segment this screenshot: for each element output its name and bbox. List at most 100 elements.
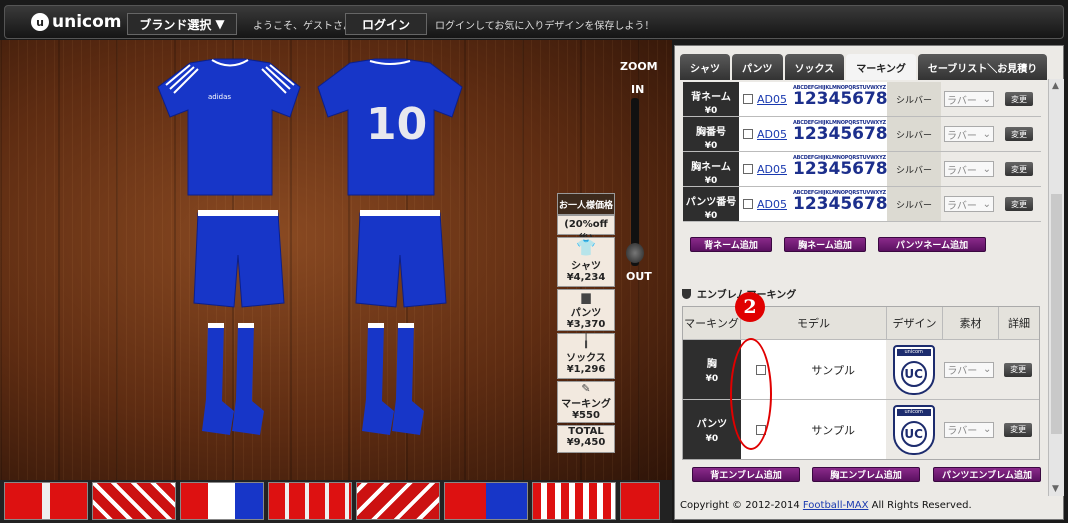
material-select[interactable]: ラバー ⌄ — [944, 126, 994, 142]
material-select[interactable]: ラバー ⌄ — [944, 421, 995, 438]
logo[interactable]: u unicom — [31, 12, 122, 32]
chevron-down-icon: ⌄ — [982, 93, 991, 105]
font-sample[interactable]: ABCDEFGHIJKLMNOPQRSTUVWXYZ 1234567890 — [791, 187, 911, 221]
change-button[interactable]: 変更 — [1004, 362, 1033, 377]
font-code-link[interactable]: AD05 — [757, 152, 791, 186]
price-shorts: ▆ パンツ ¥3,370 — [557, 289, 615, 331]
add-back-name-button[interactable]: 背ネーム追加 — [690, 237, 772, 252]
shirt-icon: 👕 — [576, 238, 596, 257]
emblem-design[interactable]: unicom UC — [892, 404, 935, 455]
thumbnail[interactable] — [4, 482, 88, 520]
marking-row-chest-name: 胸ネーム ¥0 AD05 ABCDEFGHIJKLMNOPQRSTUVWXYZ 12… — [683, 152, 1041, 187]
shorts-front — [193, 210, 285, 308]
color-value: シルバー — [887, 152, 941, 186]
marking-checkbox[interactable] — [743, 94, 753, 104]
marking-row-chest-number: 胸番号 ¥0 AD05 ABCDEFGHIJKLMNOPQRSTUVWXYZ 123… — [683, 117, 1041, 152]
zoom-in-label: IN — [631, 83, 645, 96]
price-marking: ✎ マーキング ¥550 — [557, 381, 615, 423]
font-code-link[interactable]: AD05 — [757, 117, 791, 151]
scroll-up-icon[interactable]: ▲ — [1052, 81, 1059, 91]
thumbnail[interactable] — [620, 482, 660, 520]
marking-table: 背ネーム ¥0 AD05 ABCDEFGHIJKLMNOPQRSTUVWXYZ 12… — [683, 82, 1041, 222]
jersey-number: 10 — [366, 99, 427, 150]
chevron-down-icon: ⌄ — [982, 128, 991, 140]
add-back-emblem-button[interactable]: 背エンブレム追加 — [692, 467, 800, 482]
chevron-down-icon: ⌄ — [982, 198, 991, 210]
login-button[interactable]: ログイン — [345, 13, 427, 35]
thumbnail[interactable] — [180, 482, 264, 520]
thumbnail[interactable] — [532, 482, 616, 520]
marking-checkbox[interactable] — [743, 199, 753, 209]
thumbnail[interactable] — [268, 482, 352, 520]
svg-text:adidas: adidas — [208, 93, 231, 101]
design-thumbnails — [0, 480, 672, 523]
login-message: ログインしてお気に入りデザインを保存しよう！ — [435, 21, 655, 32]
price-shirt: 👕 シャツ ¥4,234 — [557, 237, 615, 287]
material-select[interactable]: ラバー ⌄ — [944, 361, 995, 378]
socks-back — [362, 323, 424, 435]
chevron-down-icon: ⌄ — [983, 424, 992, 435]
tab-marking[interactable]: マーキング — [846, 54, 916, 80]
zoom-out-label: OUT — [626, 270, 652, 283]
kit-preview: adidas 10 — [157, 58, 463, 435]
font-sample[interactable]: ABCDEFGHIJKLMNOPQRSTUVWXYZ 1234567890 — [791, 117, 911, 151]
change-button[interactable]: 変更 — [1005, 127, 1033, 141]
brand-select-button[interactable]: ブランド選択 ▼ — [127, 13, 237, 35]
shirt-front: adidas — [157, 58, 301, 196]
thumbnail[interactable] — [356, 482, 440, 520]
shirt-back: 10 — [317, 58, 463, 196]
font-sample[interactable]: ABCDEFGHIJKLMNOPQRSTUVWXYZ 1234567890 — [791, 82, 911, 116]
top-bar: u unicom ブランド選択 ▼ ようこそ、ゲストさん ログイン ログインしてお気… — [4, 5, 1064, 39]
tab-socks[interactable]: ソックス — [784, 54, 845, 80]
price-discount: (20%off後) — [557, 215, 615, 245]
scroll-down-icon[interactable]: ▼ — [1052, 484, 1059, 494]
shorts-icon: ▆ — [581, 290, 591, 304]
add-pants-name-button[interactable]: パンツネーム追加 — [878, 237, 986, 252]
emblem-design[interactable]: unicom UC — [892, 344, 935, 395]
marking-row-back-name: 背ネーム ¥0 AD05 ABCDEFGHIJKLMNOPQRSTUVWXYZ 12… — [683, 82, 1041, 117]
change-button[interactable]: 変更 — [1005, 162, 1033, 176]
price-total: TOTAL ¥9,450 — [557, 425, 615, 453]
material-select[interactable]: ラバー ⌄ — [944, 161, 994, 177]
add-pants-emblem-button[interactable]: パンツエンブレム追加 — [933, 467, 1041, 482]
change-button[interactable]: 変更 — [1005, 197, 1033, 211]
chevron-down-icon: ⌄ — [982, 163, 991, 175]
triangle-down-icon: ▼ — [215, 17, 225, 31]
marking-checkbox[interactable] — [743, 164, 753, 174]
color-value: シルバー — [887, 82, 941, 116]
change-button[interactable]: 変更 — [1005, 92, 1033, 106]
font-sample[interactable]: ABCDEFGHIJKLMNOPQRSTUVWXYZ 1234567890 — [791, 152, 911, 186]
logo-icon: u — [31, 13, 49, 31]
tab-save-list[interactable]: セーブリスト＼お見積り — [917, 54, 1048, 80]
add-chest-emblem-button[interactable]: 胸エンブレム追加 — [812, 467, 920, 482]
font-code-link[interactable]: AD05 — [757, 187, 791, 221]
shield-icon — [682, 288, 691, 299]
zoom-label: ZOOM — [620, 60, 658, 73]
tab-bar: シャツ パンツ ソックス マーキング セーブリスト＼お見積り — [675, 54, 1065, 80]
color-value: シルバー — [887, 117, 941, 151]
font-code-link[interactable]: AD05 — [757, 82, 791, 116]
zoom-slider-track[interactable] — [631, 98, 639, 266]
price-header: お一人様価格 — [557, 193, 615, 215]
thumbnail[interactable] — [444, 482, 528, 520]
tab-pants[interactable]: パンツ — [732, 54, 783, 80]
marking-checkbox[interactable] — [743, 129, 753, 139]
copyright: Copyright © 2012-2014 Football-MAX All R… — [680, 500, 972, 511]
material-select[interactable]: ラバー ⌄ — [944, 91, 994, 107]
socks-front — [202, 323, 264, 435]
change-button[interactable]: 変更 — [1004, 422, 1033, 437]
footer-link[interactable]: Football-MAX — [803, 500, 869, 511]
model-value: サンプル — [811, 363, 855, 377]
price-socks: ╽ ソックス ¥1,296 — [557, 333, 615, 379]
tab-shirt[interactable]: シャツ — [680, 54, 730, 80]
color-value: シルバー — [887, 187, 941, 221]
add-chest-name-button[interactable]: 胸ネーム追加 — [784, 237, 866, 252]
scrollbar-thumb[interactable] — [1051, 194, 1062, 434]
marking-icon: ✎ — [581, 382, 591, 395]
thumbnail[interactable] — [92, 482, 176, 520]
welcome-text: ようこそ、ゲストさん — [253, 21, 353, 32]
zoom-slider-handle[interactable] — [626, 243, 644, 263]
material-select[interactable]: ラバー ⌄ — [944, 196, 994, 212]
panel-scrollbar[interactable]: ▲ ▼ — [1048, 79, 1064, 496]
annotation-oval — [730, 338, 772, 450]
